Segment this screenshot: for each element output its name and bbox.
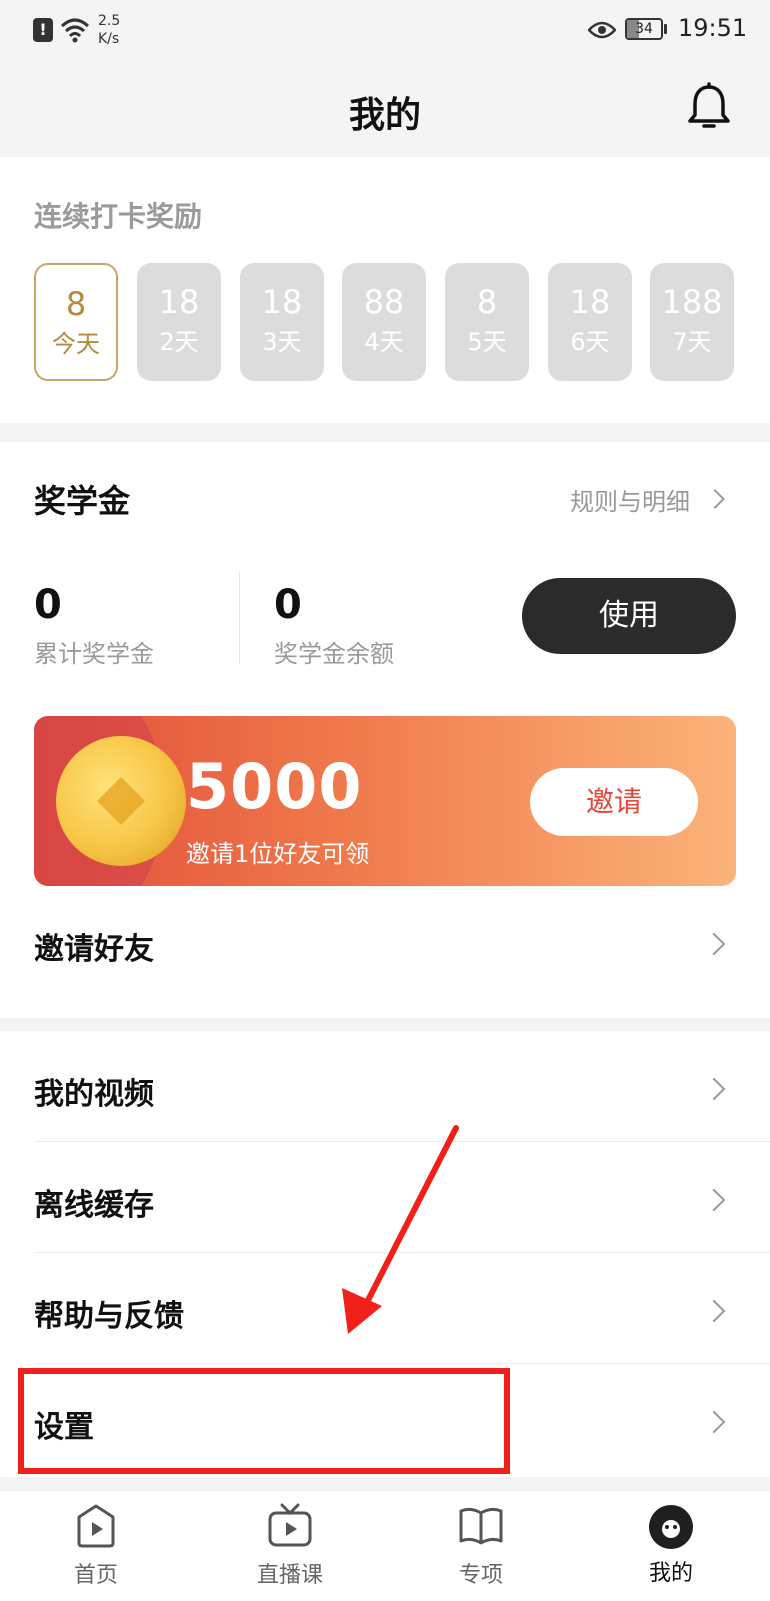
balance-label: 奖学金余额 bbox=[274, 640, 394, 668]
invite-friends-row[interactable]: 邀请好友 bbox=[0, 892, 770, 992]
checkin-day-1[interactable]: 8 今天 bbox=[34, 263, 118, 381]
checkin-amount: 18 bbox=[569, 283, 611, 321]
checkin-day-6[interactable]: 18 6天 bbox=[548, 263, 632, 381]
page-title: 我的 bbox=[348, 95, 421, 136]
tab-live-class[interactable]: 直播课 bbox=[225, 1501, 355, 1589]
chevron-right-icon bbox=[702, 1188, 726, 1212]
checkin-label: 3天 bbox=[262, 328, 302, 356]
tab-bar: 首页 直播课 专项 我的 bbox=[0, 1490, 770, 1601]
clock: 19:51 bbox=[678, 14, 748, 42]
checkin-day-5[interactable]: 8 5天 bbox=[445, 263, 529, 381]
chevron-right-icon bbox=[705, 489, 725, 509]
use-button[interactable]: 使用 bbox=[522, 578, 736, 654]
checkin-label: 2天 bbox=[159, 328, 199, 356]
checkin-title: 连续打卡奖励 bbox=[34, 200, 203, 233]
invite-friends-label: 邀请好友 bbox=[34, 932, 154, 967]
checkin-amount: 88 bbox=[363, 283, 405, 321]
checkin-label: 4天 bbox=[364, 328, 404, 356]
alert-icon: ! bbox=[33, 18, 53, 42]
checkin-label: 5天 bbox=[467, 328, 507, 356]
play-circle-icon bbox=[77, 1504, 115, 1548]
checkin-day-3[interactable]: 18 3天 bbox=[240, 263, 324, 381]
network-speed-unit: K/s bbox=[98, 31, 120, 47]
chevron-right-icon bbox=[702, 932, 726, 956]
tab-label: 我的 bbox=[648, 1561, 693, 1586]
annotation-highlight-box bbox=[18, 1368, 510, 1474]
tv-icon bbox=[268, 1503, 312, 1547]
menu-item-label: 我的视频 bbox=[34, 1077, 154, 1112]
eye-icon bbox=[588, 21, 616, 39]
scholarship-title: 奖学金 bbox=[34, 482, 131, 520]
bell-icon[interactable] bbox=[686, 82, 732, 132]
chevron-right-icon bbox=[702, 1410, 726, 1434]
network-speed-value: 2.5 bbox=[98, 13, 121, 29]
tab-home[interactable]: 首页 bbox=[31, 1501, 161, 1589]
menu-item-label: 帮助与反馈 bbox=[34, 1299, 184, 1334]
banner-subtitle: 邀请1位好友可领 bbox=[186, 840, 370, 868]
checkin-amount: 18 bbox=[261, 283, 303, 321]
total-scholarship-label: 累计奖学金 bbox=[34, 640, 154, 668]
checkin-amount: 8 bbox=[476, 283, 498, 321]
annotation-arrow bbox=[342, 1125, 459, 1334]
checkin-amount: 18 bbox=[158, 283, 200, 321]
tab-label: 首页 bbox=[73, 1563, 118, 1588]
checkin-day-2[interactable]: 18 2天 bbox=[137, 263, 221, 381]
checkin-label: 6天 bbox=[570, 328, 610, 356]
page-header: 我的 bbox=[0, 60, 770, 155]
invite-banner[interactable]: 5000 邀请1位好友可领 邀请 bbox=[34, 716, 736, 886]
tab-topics[interactable]: 专项 bbox=[416, 1501, 546, 1589]
battery-level: 34 bbox=[635, 21, 653, 37]
tab-mine[interactable]: 我的 bbox=[606, 1501, 736, 1587]
menu-item-label: 离线缓存 bbox=[34, 1188, 154, 1223]
checkin-label: 今天 bbox=[52, 330, 100, 358]
invite-button[interactable]: 邀请 bbox=[530, 768, 698, 836]
rules-link-label: 规则与明细 bbox=[570, 488, 690, 516]
banner-amount: 5000 bbox=[186, 750, 363, 823]
chevron-right-icon bbox=[702, 1077, 726, 1101]
checkin-amount: 8 bbox=[65, 285, 87, 323]
battery-indicator: 34 bbox=[625, 18, 663, 40]
network-speed: 2.5 K/s bbox=[98, 12, 120, 48]
chevron-right-icon bbox=[702, 1299, 726, 1323]
book-icon bbox=[459, 1507, 503, 1545]
wifi-icon bbox=[60, 18, 90, 43]
avatar-face bbox=[662, 1520, 680, 1538]
avatar-icon bbox=[649, 1505, 693, 1549]
stat-divider bbox=[239, 572, 240, 664]
balance-value: 0 bbox=[274, 582, 302, 628]
checkin-amount: 188 bbox=[661, 283, 723, 321]
rules-link[interactable]: 规则与明细 bbox=[570, 482, 690, 517]
tab-label: 专项 bbox=[458, 1563, 503, 1588]
checkin-label: 7天 bbox=[672, 328, 712, 356]
checkin-day-7[interactable]: 188 7天 bbox=[650, 263, 734, 381]
battery-tip bbox=[664, 24, 667, 34]
total-scholarship-value: 0 bbox=[34, 582, 62, 628]
scholarship-card: 奖学金 规则与明细 0 累计奖学金 0 奖学金余额 使用 5000 邀请1位好友… bbox=[0, 442, 770, 1018]
checkin-day-4[interactable]: 88 4天 bbox=[342, 263, 426, 381]
tab-label: 直播课 bbox=[256, 1563, 323, 1588]
checkin-card: 连续打卡奖励 8 今天 18 2天 18 3天 88 4天 8 5天 18 6天… bbox=[0, 157, 770, 423]
status-bar: ! 2.5 K/s 34 19:51 bbox=[0, 0, 770, 60]
